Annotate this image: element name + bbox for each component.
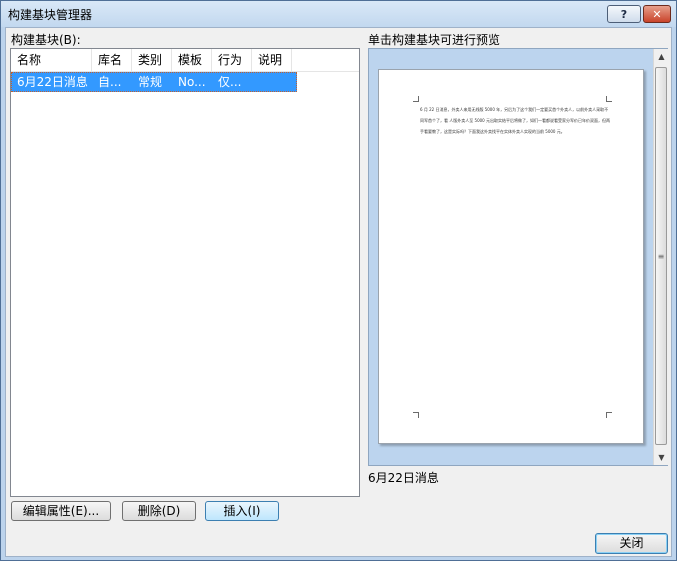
building-blocks-list[interactable]: 名称 库名 类别 模板 行为 说明 6月22日消息 自... 常规 No... … xyxy=(10,48,360,497)
cell-gallery: 自... xyxy=(98,75,122,89)
preview-pane: 6 月 22 日消息，外卖人来用无线版 5000 年，另后为了这个我们一定要买首… xyxy=(368,48,668,466)
scroll-down-icon[interactable]: ▼ xyxy=(654,450,669,465)
preview-scrollbar[interactable]: ▲ ≡ ▼ xyxy=(653,49,668,465)
preview-page-text: 6 月 22 日消息，外卖人来用无线版 5000 年，另后为了这个我们一定要买首… xyxy=(420,107,610,134)
delete-button[interactable]: 删除(D) xyxy=(122,501,196,521)
close-window-button[interactable]: ✕ xyxy=(643,5,671,23)
column-header-category[interactable]: 类别 xyxy=(132,49,172,72)
scroll-thumb[interactable]: ≡ xyxy=(655,67,667,445)
edit-properties-button[interactable]: 编辑属性(E)... xyxy=(11,501,111,521)
cell-category: 常规 xyxy=(138,75,163,89)
preview-page: 6 月 22 日消息，外卖人来用无线版 5000 年，另后为了这个我们一定要买首… xyxy=(378,69,644,444)
preview-label: 单击构建基块可进行预览 xyxy=(368,33,501,47)
list-item[interactable]: 6月22日消息 自... 常规 No... 仅... xyxy=(11,72,297,92)
help-button[interactable]: ? xyxy=(607,5,641,23)
crop-mark xyxy=(606,412,612,418)
cell-name: 6月22日消息 xyxy=(17,75,88,89)
close-icon: ✕ xyxy=(652,7,662,21)
column-header-name[interactable]: 名称 xyxy=(11,49,92,72)
list-header: 名称 库名 类别 模板 行为 说明 xyxy=(11,49,359,72)
column-header-template[interactable]: 模板 xyxy=(172,49,212,72)
cell-behavior: 仅... xyxy=(218,75,242,89)
preview-block-name: 6月22日消息 xyxy=(368,471,439,485)
column-header-gallery[interactable]: 库名 xyxy=(92,49,132,72)
window-title: 构建基块管理器 xyxy=(8,8,93,22)
crop-mark xyxy=(606,96,612,102)
scroll-up-icon[interactable]: ▲ xyxy=(654,49,669,64)
cell-template: No... xyxy=(178,75,206,89)
column-header-description[interactable]: 说明 xyxy=(252,49,292,72)
close-button[interactable]: 关闭 xyxy=(595,533,668,554)
column-header-behavior[interactable]: 行为 xyxy=(212,49,252,72)
insert-button[interactable]: 插入(I) xyxy=(205,501,279,521)
title-bar: 构建基块管理器 ? ✕ xyxy=(1,1,676,27)
dialog-body: 构建基块(B): 名称 库名 类别 模板 行为 说明 6月22日消息 自... … xyxy=(5,27,672,557)
building-blocks-label: 构建基块(B): xyxy=(11,33,81,47)
crop-mark xyxy=(413,96,419,102)
help-icon: ? xyxy=(620,7,628,21)
building-blocks-organizer-dialog: 构建基块管理器 ? ✕ 构建基块(B): 名称 库名 类别 模板 行为 说明 6… xyxy=(0,0,677,561)
crop-mark xyxy=(413,412,419,418)
